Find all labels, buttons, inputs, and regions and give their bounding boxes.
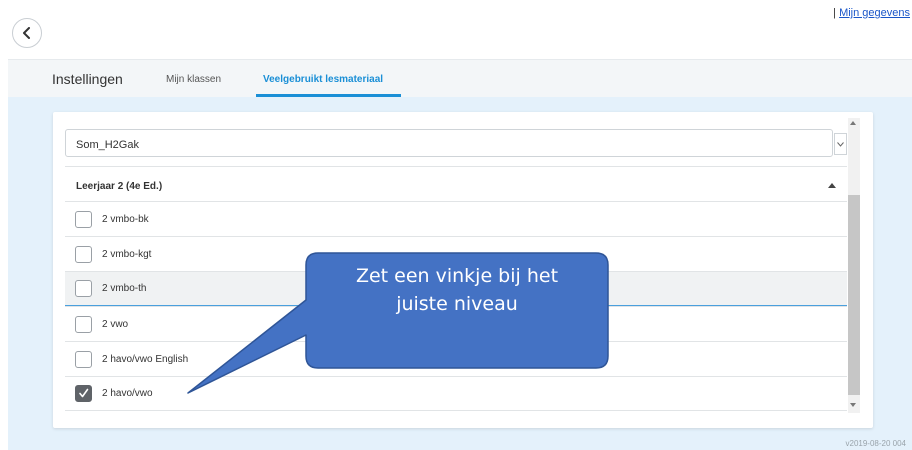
account-links: | Mijn gegevens [833,7,910,19]
back-button[interactable] [12,18,42,48]
checkbox[interactable] [75,280,92,297]
checkbox[interactable] [75,210,92,228]
checkbox-checked[interactable] [75,385,92,402]
page-title: Instellingen [52,71,123,87]
checkmark-icon [79,388,89,398]
group-label: Leerjaar 2 (4e Ed.) [76,181,163,192]
caret-up-icon[interactable] [828,183,836,188]
my-details-link[interactable]: Mijn gegevens [839,7,910,19]
callout-line-1: Zet een vinkje bij het [355,265,559,287]
scroll-down-arrow-icon[interactable] [850,403,856,407]
option-label: 2 havo/vwo English [102,353,189,365]
tab-my-classes[interactable]: Mijn klassen [166,74,221,85]
link-separator: | [833,7,836,19]
group-header[interactable]: Leerjaar 2 (4e Ed.) [65,166,847,201]
option-label: 2 havo/vwo [102,388,153,399]
chevron-left-icon [23,27,30,39]
option-row[interactable]: 2 havo/vwo English [65,341,847,376]
settings-header: Instellingen Mijn klassen Veelgebruikt l… [8,59,912,97]
option-row[interactable]: 2 vmbo-bk [65,201,847,236]
option-label: 2 vmbo-th [102,283,147,294]
scroll-up-arrow-icon[interactable] [850,121,856,125]
chevron-down-icon [837,141,844,147]
version-label: v2019-08-20 004 [845,439,907,448]
method-select[interactable]: Som_H2Gak [65,129,833,157]
callout-line-2: juiste niveau [396,292,518,315]
select-dropdown-button[interactable] [834,133,847,155]
option-row[interactable]: 2 havo/vwo [65,376,847,411]
checkbox[interactable] [75,315,92,333]
option-label: 2 vwo [102,318,129,330]
scrollbar-thumb[interactable] [848,195,860,395]
option-label: 2 vmbo-kgt [102,248,152,260]
callout-text: Zet een vinkje bij het juiste niveau [306,263,608,318]
checkbox[interactable] [75,245,92,263]
tab-frequently-used-material[interactable]: Veelgebruikt lesmateriaal [263,74,383,85]
checkbox[interactable] [75,350,92,368]
option-label: 2 vmbo-bk [102,213,149,225]
